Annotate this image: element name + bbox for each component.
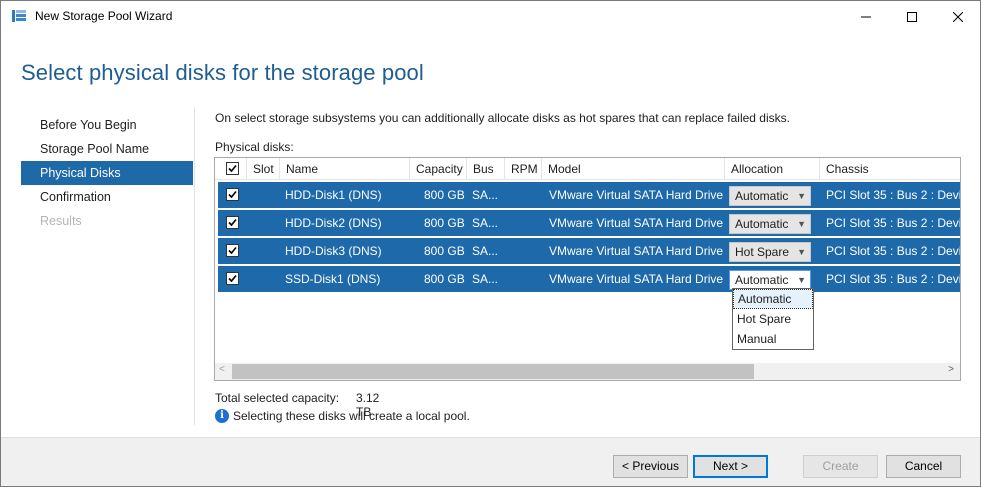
nav-divider bbox=[194, 107, 195, 425]
row-checkbox[interactable] bbox=[226, 216, 239, 229]
table-row[interactable]: HDD-Disk1 (DNS) 800 GB SA... VMware Virt… bbox=[218, 182, 960, 208]
page-title: Select physical disks for the storage po… bbox=[21, 60, 424, 85]
column-header-name[interactable]: Name bbox=[280, 158, 410, 180]
column-header-allocation[interactable]: Allocation bbox=[725, 158, 820, 180]
wizard-steps-nav: Before You Begin Storage Pool Name Physi… bbox=[21, 113, 193, 233]
allocation-select[interactable]: Hot Spare ▼ bbox=[729, 242, 811, 262]
nav-step-storage-pool-name[interactable]: Storage Pool Name bbox=[21, 137, 193, 161]
allocation-value: Automatic bbox=[735, 217, 789, 231]
allocation-dropdown-list[interactable]: Automatic Hot Spare Manual bbox=[732, 288, 814, 350]
cell-name: HDD-Disk2 (DNS) bbox=[285, 216, 382, 230]
cell-chassis: PCI Slot 35 : Bus 2 : Devic bbox=[826, 216, 961, 230]
cell-name: HDD-Disk1 (DNS) bbox=[285, 188, 382, 202]
cell-chassis: PCI Slot 35 : Bus 2 : Devic bbox=[826, 188, 961, 202]
nav-step-results: Results bbox=[40, 214, 82, 228]
allocation-option-automatic[interactable]: Automatic bbox=[733, 289, 813, 309]
total-capacity-label: Total selected capacity: bbox=[215, 391, 340, 405]
allocation-select[interactable]: Automatic ▼ bbox=[729, 214, 811, 234]
minimize-button[interactable] bbox=[843, 1, 889, 32]
table-row[interactable]: HDD-Disk2 (DNS) 800 GB SA... VMware Virt… bbox=[218, 210, 960, 236]
row-checkbox[interactable] bbox=[226, 188, 239, 201]
physical-disks-label: Physical disks: bbox=[215, 140, 294, 154]
close-icon bbox=[953, 11, 963, 22]
info-text: Selecting these disks will create a loca… bbox=[233, 409, 470, 423]
chevron-down-icon: ▼ bbox=[797, 275, 806, 285]
minimize-icon bbox=[861, 16, 871, 17]
next-button[interactable]: Next > bbox=[693, 455, 768, 478]
table-row[interactable]: SSD-Disk1 (DNS) 800 GB SA... VMware Virt… bbox=[218, 266, 960, 292]
page-description: On select storage subsystems you can add… bbox=[215, 111, 790, 125]
chevron-down-icon: ▼ bbox=[797, 191, 806, 201]
cell-capacity: 800 GB bbox=[424, 188, 465, 202]
cell-model: VMware Virtual SATA Hard Drive bbox=[549, 244, 724, 258]
allocation-select[interactable]: Automatic ▼ bbox=[729, 270, 811, 290]
cell-capacity: 800 GB bbox=[424, 244, 465, 258]
column-header-rpm[interactable]: RPM bbox=[505, 158, 542, 180]
row-checkbox[interactable] bbox=[226, 244, 239, 257]
scroll-right-icon[interactable]: > bbox=[948, 364, 954, 375]
title-bar: New Storage Pool Wizard bbox=[1, 1, 980, 32]
horizontal-scrollbar[interactable]: < > bbox=[215, 363, 960, 380]
allocation-select[interactable]: Automatic ▼ bbox=[729, 186, 811, 206]
wizard-header: Select physical disks for the storage po… bbox=[1, 32, 980, 96]
maximize-button[interactable] bbox=[889, 1, 935, 32]
allocation-value: Automatic bbox=[735, 189, 789, 203]
column-header-model[interactable]: Model bbox=[542, 158, 725, 180]
cell-bus: SA... bbox=[472, 244, 499, 258]
allocation-option-manual[interactable]: Manual bbox=[733, 329, 813, 349]
allocation-value: Automatic bbox=[735, 273, 789, 287]
row-checkbox[interactable] bbox=[226, 272, 239, 285]
nav-step-confirmation[interactable]: Confirmation bbox=[21, 185, 193, 209]
chevron-down-icon: ▼ bbox=[797, 219, 806, 229]
cell-model: VMware Virtual SATA Hard Drive bbox=[549, 272, 724, 286]
column-header-chassis[interactable]: Chassis bbox=[820, 158, 960, 180]
select-all-checkbox[interactable] bbox=[226, 162, 239, 175]
physical-disks-grid[interactable]: Slot Name Capacity Bus RPM Model Allocat… bbox=[214, 157, 961, 381]
cell-model: VMware Virtual SATA Hard Drive bbox=[549, 216, 724, 230]
cell-capacity: 800 GB bbox=[424, 272, 465, 286]
column-header-bus[interactable]: Bus bbox=[467, 158, 505, 180]
cell-chassis: PCI Slot 35 : Bus 2 : Devic bbox=[826, 272, 961, 286]
content-area: On select storage subsystems you can add… bbox=[215, 111, 965, 154]
cell-capacity: 800 GB bbox=[424, 216, 465, 230]
checkmark-icon bbox=[228, 218, 237, 227]
select-all-header[interactable] bbox=[215, 158, 247, 180]
cell-model: VMware Virtual SATA Hard Drive bbox=[549, 188, 724, 202]
checkmark-icon bbox=[228, 190, 237, 199]
checkmark-icon bbox=[228, 164, 237, 173]
info-icon: i bbox=[215, 409, 229, 423]
info-message: i Selecting these disks will create a lo… bbox=[215, 409, 470, 423]
table-row[interactable]: HDD-Disk3 (DNS) 800 GB SA... VMware Virt… bbox=[218, 238, 960, 264]
wizard-window: New Storage Pool Wizard Select physical … bbox=[0, 0, 981, 487]
cell-bus: SA... bbox=[472, 188, 499, 202]
cell-bus: SA... bbox=[472, 272, 499, 286]
allocation-option-hot-spare[interactable]: Hot Spare bbox=[733, 309, 813, 329]
cell-chassis: PCI Slot 35 : Bus 2 : Devic bbox=[826, 244, 961, 258]
create-button: Create bbox=[803, 455, 878, 478]
column-header-capacity[interactable]: Capacity bbox=[410, 158, 467, 180]
wizard-footer: < Previous Next > Create Cancel bbox=[1, 438, 980, 486]
cell-name: HDD-Disk3 (DNS) bbox=[285, 244, 382, 258]
scrollbar-thumb[interactable] bbox=[232, 364, 754, 379]
column-header-slot[interactable]: Slot bbox=[247, 158, 280, 180]
grid-header: Slot Name Capacity Bus RPM Model Allocat… bbox=[215, 158, 960, 180]
previous-button[interactable]: < Previous bbox=[613, 455, 688, 478]
storage-pool-app-icon bbox=[11, 9, 27, 23]
checkmark-icon bbox=[228, 246, 237, 255]
nav-step-physical-disks[interactable]: Physical Disks bbox=[21, 161, 193, 185]
cell-bus: SA... bbox=[472, 216, 499, 230]
chevron-down-icon: ▼ bbox=[797, 247, 806, 257]
close-button[interactable] bbox=[935, 1, 981, 32]
cancel-button[interactable]: Cancel bbox=[886, 455, 961, 478]
cell-name: SSD-Disk1 (DNS) bbox=[285, 272, 381, 286]
window-title: New Storage Pool Wizard bbox=[35, 9, 173, 23]
scroll-left-icon[interactable]: < bbox=[219, 364, 225, 375]
maximize-icon bbox=[907, 11, 917, 22]
nav-step-before-you-begin[interactable]: Before You Begin bbox=[21, 113, 193, 137]
checkmark-icon bbox=[228, 274, 237, 283]
total-capacity: Total selected capacity: 3.12 TB bbox=[215, 391, 379, 419]
allocation-value: Hot Spare bbox=[735, 245, 790, 259]
